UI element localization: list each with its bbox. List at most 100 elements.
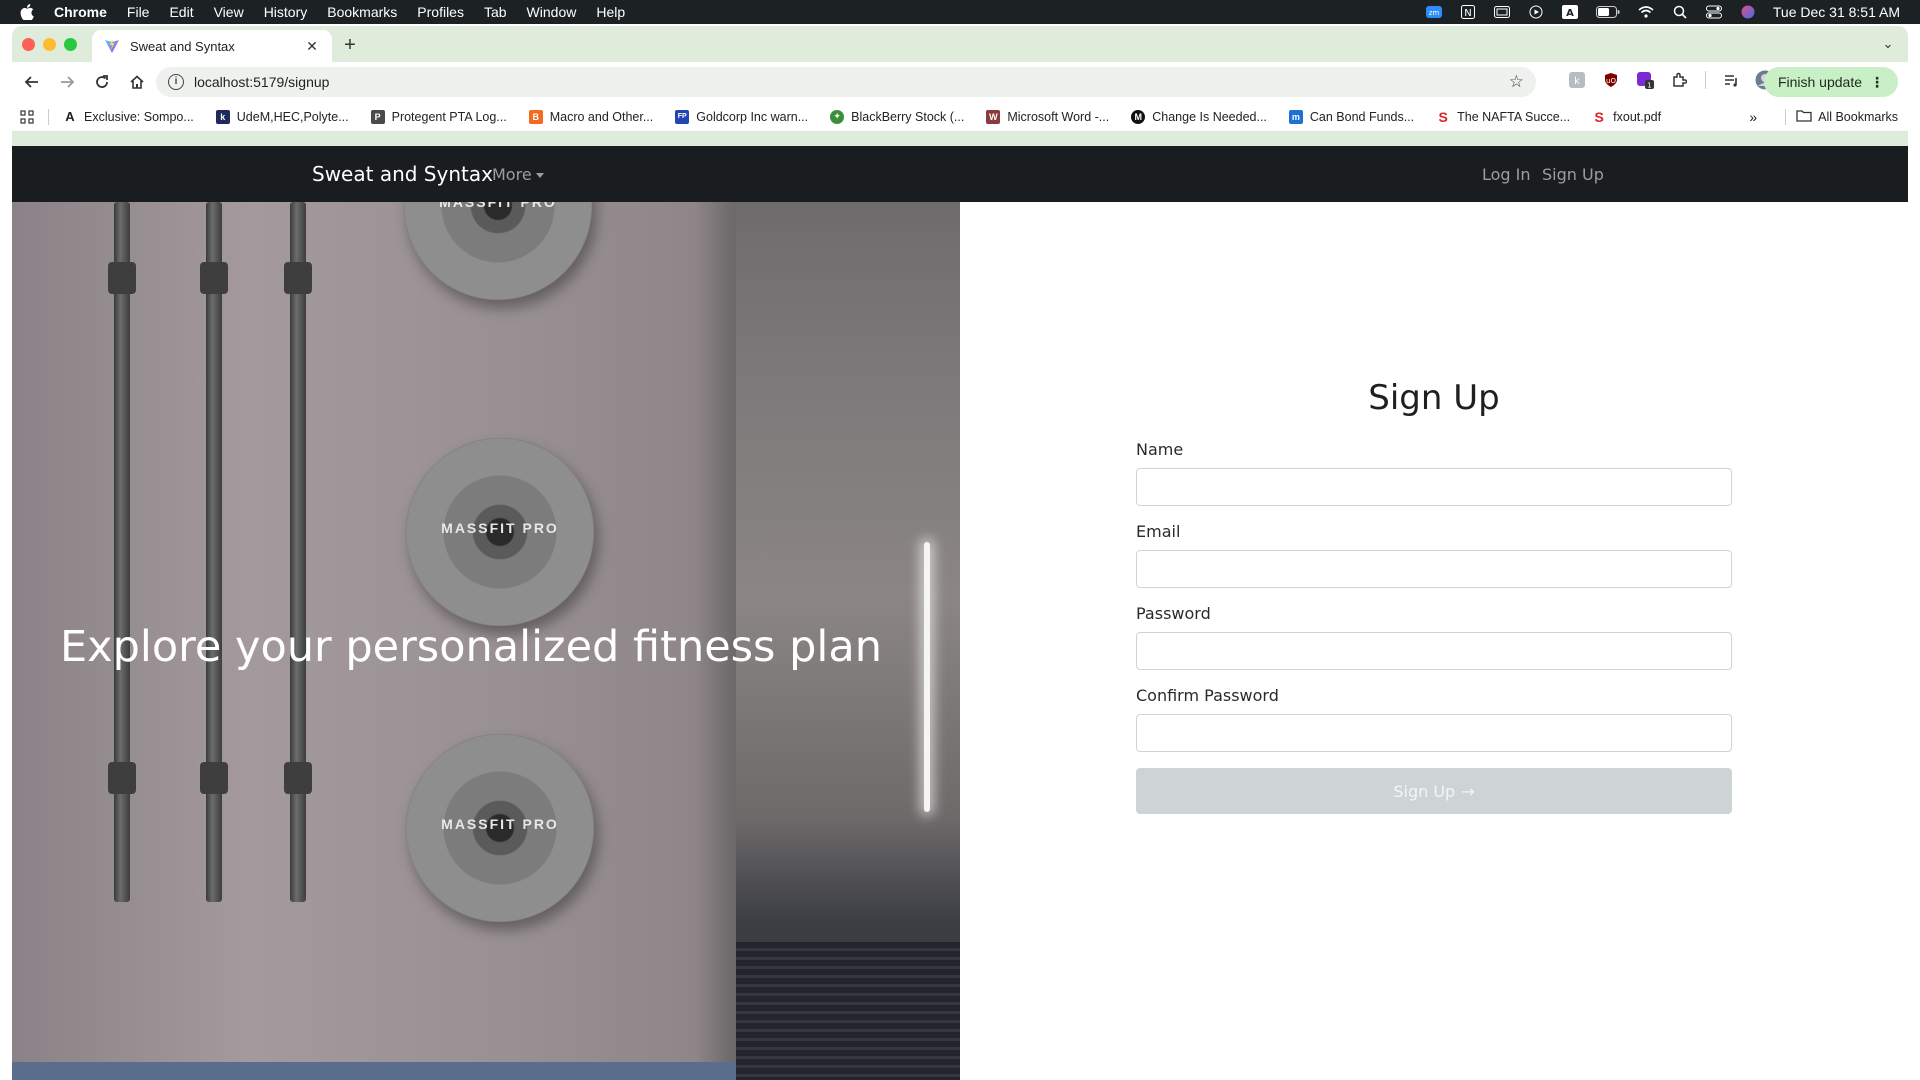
password-input[interactable]: [1136, 632, 1732, 670]
menu-window[interactable]: Window: [527, 4, 577, 20]
menu-bar-status-area: zm N A Tue Dec 31 8:51 AM: [1425, 0, 1900, 24]
menu-view[interactable]: View: [214, 4, 244, 20]
wifi-icon[interactable]: [1637, 5, 1655, 19]
name-field-group: Name: [1136, 440, 1732, 506]
email-input[interactable]: [1136, 550, 1732, 588]
bookmark-label: The NAFTA Succe...: [1457, 109, 1571, 124]
site-info-icon[interactable]: i: [168, 74, 184, 90]
confirm-password-input[interactable]: [1136, 714, 1732, 752]
bookmark-item[interactable]: ✦ BlackBerry Stock (...: [830, 109, 965, 124]
tab-active[interactable]: Sweat and Syntax ✕: [92, 30, 332, 62]
svg-text:A: A: [1566, 8, 1574, 19]
svg-text:N: N: [1464, 8, 1471, 19]
finish-update-button[interactable]: Finish update ⋮: [1763, 67, 1898, 97]
extension-k-icon[interactable]: k: [1567, 70, 1587, 90]
keyboard-a-icon[interactable]: A: [1561, 5, 1579, 19]
bookmark-item[interactable]: FP Goldcorp Inc warn...: [675, 109, 808, 124]
finish-update-label: Finish update: [1777, 74, 1862, 90]
reload-button[interactable]: [87, 67, 117, 97]
more-bookmarks-chevron-icon[interactable]: »: [1749, 109, 1757, 125]
bookmark-item[interactable]: W Microsoft Word -...: [986, 109, 1109, 124]
new-tab-button[interactable]: +: [338, 34, 362, 58]
form-title: Sign Up: [1368, 378, 1500, 418]
bookmark-item[interactable]: k UdeM,HEC,Polyte...: [215, 109, 349, 124]
all-bookmarks-button[interactable]: All Bookmarks: [1818, 110, 1898, 124]
bookmark-star-icon[interactable]: ☆: [1509, 73, 1524, 91]
bookmark-label: fxout.pdf: [1613, 109, 1662, 124]
brand-link[interactable]: Sweat and Syntax: [312, 162, 493, 186]
menu-file[interactable]: File: [127, 4, 150, 20]
home-button[interactable]: [122, 67, 152, 97]
extensions-puzzle-icon[interactable]: [1669, 70, 1689, 90]
menu-help[interactable]: Help: [596, 4, 625, 20]
zoom-window-button[interactable]: [64, 38, 77, 51]
svg-text:zm: zm: [1429, 9, 1440, 17]
bookmark-label: BlackBerry Stock (...: [851, 109, 965, 124]
tab-strip: Sweat and Syntax ✕ + ⌄: [12, 26, 1908, 62]
menu-tab[interactable]: Tab: [484, 4, 507, 20]
bookmark-item[interactable]: M Change Is Needed...: [1131, 109, 1267, 124]
bookmark-item[interactable]: Sfxout.pdf: [1592, 109, 1662, 125]
address-bar[interactable]: i localhost:5179/signup ☆: [156, 67, 1536, 97]
bookmark-label: Change Is Needed...: [1152, 109, 1267, 124]
bookmark-item[interactable]: m Can Bond Funds...: [1288, 109, 1415, 124]
siri-icon[interactable]: [1739, 5, 1757, 19]
app-navbar: Sweat and Syntax More Log In Sign Up: [12, 146, 1908, 202]
hero-bench: [736, 942, 960, 1080]
close-tab-icon[interactable]: ✕: [304, 38, 320, 55]
tab-search-chevron-icon[interactable]: ⌄: [1878, 36, 1898, 56]
confirm-password-label: Confirm Password: [1136, 686, 1279, 705]
bookmark-k-icon: k: [215, 109, 230, 124]
zoom-icon[interactable]: zm: [1425, 5, 1443, 19]
extension-badge-icon[interactable]: 1: [1635, 70, 1655, 90]
forward-button[interactable]: [52, 67, 82, 97]
macos-menu-bar: Chrome File Edit View History Bookmarks …: [0, 0, 1920, 24]
url-text[interactable]: localhost:5179/signup: [194, 74, 329, 90]
menu-bookmarks[interactable]: Bookmarks: [327, 4, 397, 20]
close-window-button[interactable]: [22, 38, 35, 51]
signup-form: Sign Up Name Email Password Confirm Pass…: [1136, 378, 1732, 814]
bookmark-item[interactable]: A Exclusive: Sompo...: [63, 109, 194, 124]
notion-icon[interactable]: N: [1459, 5, 1477, 19]
apple-icon[interactable]: [20, 4, 38, 20]
control-center-icon[interactable]: [1705, 5, 1723, 19]
bookmark-item[interactable]: B Macro and Other...: [528, 109, 654, 124]
ublock-origin-icon[interactable]: uO: [1601, 70, 1621, 90]
barbell-bar: [108, 202, 136, 902]
play-icon[interactable]: [1527, 5, 1545, 19]
menu-profiles[interactable]: Profiles: [417, 4, 464, 20]
more-dropdown[interactable]: More: [492, 165, 544, 184]
name-label: Name: [1136, 440, 1184, 459]
svg-text:k: k: [1574, 76, 1580, 87]
folder-icon: [1796, 109, 1812, 125]
bookmark-m-icon: m: [1288, 109, 1303, 124]
minimize-window-button[interactable]: [43, 38, 56, 51]
menu-history[interactable]: History: [264, 4, 308, 20]
menu-edit[interactable]: Edit: [169, 4, 193, 20]
bookmark-label: Macro and Other...: [549, 109, 654, 124]
search-icon[interactable]: [1671, 5, 1689, 19]
bookmark-a-icon: A: [63, 109, 77, 124]
name-input[interactable]: [1136, 468, 1732, 506]
bookmark-label: Can Bond Funds...: [1309, 109, 1415, 124]
weight-plate: MASSFIT PRO: [406, 438, 594, 626]
hero-floor: [12, 1062, 736, 1080]
apps-grid-icon[interactable]: [20, 109, 34, 124]
signup-submit-button[interactable]: Sign Up →: [1136, 768, 1732, 814]
nav-login-link[interactable]: Log In: [1482, 165, 1531, 184]
nav-signup-link[interactable]: Sign Up: [1542, 165, 1604, 184]
battery-icon[interactable]: [1595, 5, 1621, 19]
menu-app-name[interactable]: Chrome: [54, 4, 107, 20]
bookmark-item[interactable]: P Protegent PTA Log...: [370, 109, 507, 124]
barbell-bar: [200, 202, 228, 902]
hero-image: MASSFIT PRO MASSFIT PRO MASSFIT PRO Expl…: [12, 202, 960, 1080]
bookmark-item[interactable]: S The NAFTA Succe...: [1436, 109, 1571, 125]
menu-bar-clock[interactable]: Tue Dec 31 8:51 AM: [1773, 4, 1900, 20]
password-label: Password: [1136, 604, 1211, 623]
signup-submit-label: Sign Up: [1393, 781, 1456, 801]
bookmark-word-icon: W: [986, 109, 1001, 124]
back-button[interactable]: [17, 67, 47, 97]
web-page: Sweat and Syntax More Log In Sign Up MAS…: [12, 146, 1908, 1080]
window-icon[interactable]: [1493, 5, 1511, 19]
media-controls-icon[interactable]: [1721, 70, 1741, 90]
